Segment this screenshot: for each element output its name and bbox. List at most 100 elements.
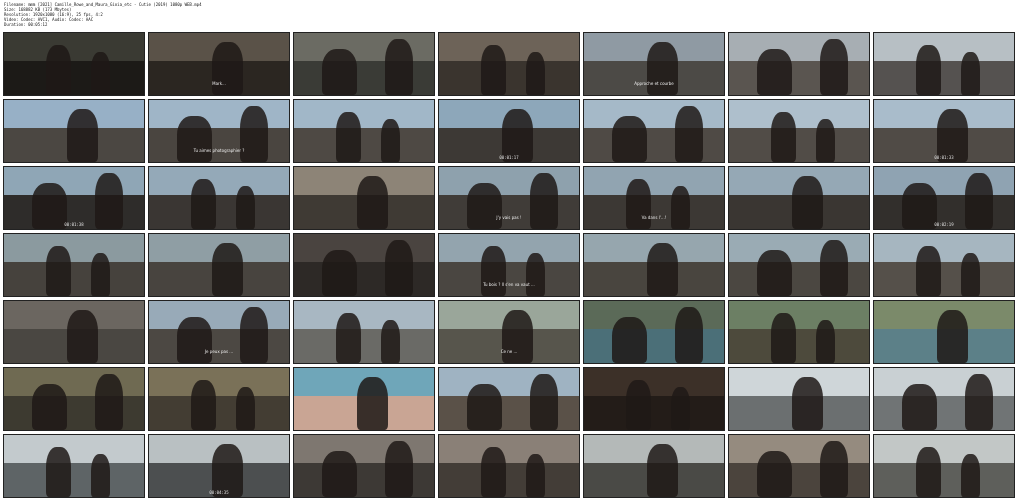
thumbnail-background [4, 234, 144, 262]
video-thumbnail[interactable]: Tu bois ? Il s'en va vaut ... [438, 233, 580, 297]
video-thumbnail[interactable]: Je peux pas ... [148, 300, 290, 364]
thumbnail-foreground [149, 127, 289, 162]
thumbnail-background [874, 234, 1014, 262]
video-thumbnail[interactable] [583, 434, 725, 498]
video-thumbnail[interactable] [728, 367, 870, 431]
thumbnail-foreground [729, 60, 869, 95]
person-silhouette [380, 118, 401, 162]
person-silhouette [212, 243, 243, 296]
video-thumbnail[interactable] [728, 233, 870, 297]
video-thumbnail[interactable] [293, 32, 435, 96]
video-thumbnail[interactable] [293, 233, 435, 297]
video-thumbnail[interactable] [873, 233, 1015, 297]
video-thumbnail[interactable] [873, 300, 1015, 364]
person-silhouette [357, 377, 388, 430]
video-thumbnail[interactable] [438, 367, 580, 431]
person-silhouette [46, 246, 72, 296]
video-thumbnail[interactable] [293, 300, 435, 364]
person-silhouette [467, 383, 502, 430]
person-silhouette [32, 383, 67, 430]
video-thumbnail[interactable] [728, 434, 870, 498]
video-thumbnail[interactable]: 00:01:17 [438, 99, 580, 163]
person-silhouette [502, 310, 533, 363]
video-thumbnail[interactable] [438, 434, 580, 498]
person-silhouette [95, 374, 123, 430]
person-silhouette [481, 447, 507, 497]
person-silhouette [771, 112, 797, 162]
person-silhouette [525, 252, 546, 296]
thumbnail-background [294, 33, 434, 61]
person-silhouette [916, 447, 942, 497]
thumbnail-background [584, 301, 724, 329]
thumbnail-background [294, 435, 434, 463]
video-thumbnail[interactable]: J'y vais pas ! [438, 166, 580, 230]
video-thumbnail[interactable] [583, 233, 725, 297]
video-thumbnail[interactable] [728, 32, 870, 96]
thumbnail-foreground [729, 127, 869, 162]
person-silhouette [525, 51, 546, 95]
thumbnail-background [4, 167, 144, 195]
person-silhouette [902, 383, 937, 430]
thumbnail-foreground [729, 261, 869, 296]
person-silhouette [815, 319, 836, 363]
video-thumbnail[interactable] [148, 233, 290, 297]
thumbnail-foreground [584, 328, 724, 363]
video-thumbnail[interactable]: Approche et courbe [583, 32, 725, 96]
video-thumbnail[interactable] [3, 367, 145, 431]
thumbnail-foreground [294, 328, 434, 363]
video-thumbnail[interactable] [293, 367, 435, 431]
thumbnail-foreground [439, 261, 579, 296]
video-thumbnail[interactable]: 00:02:19 [873, 166, 1015, 230]
subtitle-text: Tu bois ? Il s'en va vaut ... [483, 282, 535, 287]
video-thumbnail[interactable] [873, 32, 1015, 96]
video-thumbnail[interactable] [583, 300, 725, 364]
video-thumbnail[interactable] [728, 166, 870, 230]
video-thumbnail[interactable] [148, 367, 290, 431]
video-thumbnail[interactable] [873, 434, 1015, 498]
video-thumbnail[interactable] [293, 99, 435, 163]
thumbnail-foreground [439, 395, 579, 430]
video-thumbnail[interactable]: Tu aimes photographier ? [148, 99, 290, 163]
thumbnail-foreground [439, 60, 579, 95]
thumbnail-foreground [729, 462, 869, 497]
video-thumbnail[interactable] [873, 367, 1015, 431]
thumbnail-foreground [729, 328, 869, 363]
video-thumbnail[interactable] [3, 233, 145, 297]
video-thumbnail[interactable] [728, 300, 870, 364]
thumbnail-background [439, 435, 579, 463]
thumbnail-foreground [149, 194, 289, 229]
thumbnail-background [729, 100, 869, 128]
video-thumbnail[interactable] [3, 300, 145, 364]
thumbnail-foreground [874, 395, 1014, 430]
person-silhouette [191, 179, 217, 229]
person-silhouette [820, 441, 848, 497]
thumbnail-foreground [149, 328, 289, 363]
video-thumbnail[interactable] [583, 99, 725, 163]
video-thumbnail[interactable] [3, 434, 145, 498]
video-thumbnail[interactable]: Va dans l'...! [583, 166, 725, 230]
person-silhouette [675, 307, 703, 363]
video-thumbnail[interactable] [438, 32, 580, 96]
video-thumbnail[interactable]: 00:01:33 [873, 99, 1015, 163]
file-info-header: Filename: mmm [2021] Camille_Rowe_and_Ma… [4, 2, 704, 27]
video-thumbnail[interactable]: Mark... [148, 32, 290, 96]
person-silhouette [820, 240, 848, 296]
video-thumbnail[interactable] [3, 32, 145, 96]
person-silhouette [336, 313, 362, 363]
person-silhouette [322, 249, 357, 296]
person-silhouette [647, 243, 678, 296]
video-thumbnail[interactable]: 00:01:38 [3, 166, 145, 230]
video-thumbnail[interactable]: 00:04:35 [148, 434, 290, 498]
video-thumbnail[interactable] [148, 166, 290, 230]
person-silhouette [960, 453, 981, 497]
video-thumbnail[interactable] [293, 434, 435, 498]
thumbnail-foreground [4, 60, 144, 95]
video-thumbnail[interactable] [3, 99, 145, 163]
thumbnail-background [729, 435, 869, 463]
video-thumbnail[interactable] [293, 166, 435, 230]
subtitle-text: Approche et courbe [634, 81, 674, 86]
video-thumbnail[interactable] [583, 367, 725, 431]
video-thumbnail[interactable] [728, 99, 870, 163]
video-thumbnail[interactable]: Ce ne ... [438, 300, 580, 364]
thumbnail-background [439, 167, 579, 195]
